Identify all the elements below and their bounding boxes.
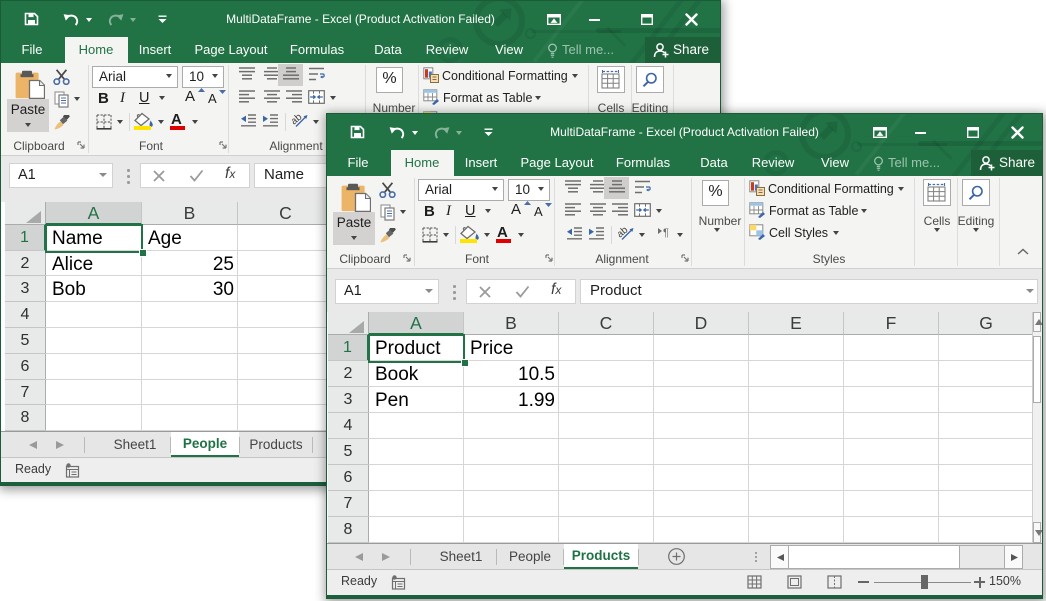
svg-text:¶: ¶ (663, 227, 669, 239)
svg-text:ab: ab (618, 225, 631, 240)
svg-text:ab: ab (292, 112, 305, 127)
